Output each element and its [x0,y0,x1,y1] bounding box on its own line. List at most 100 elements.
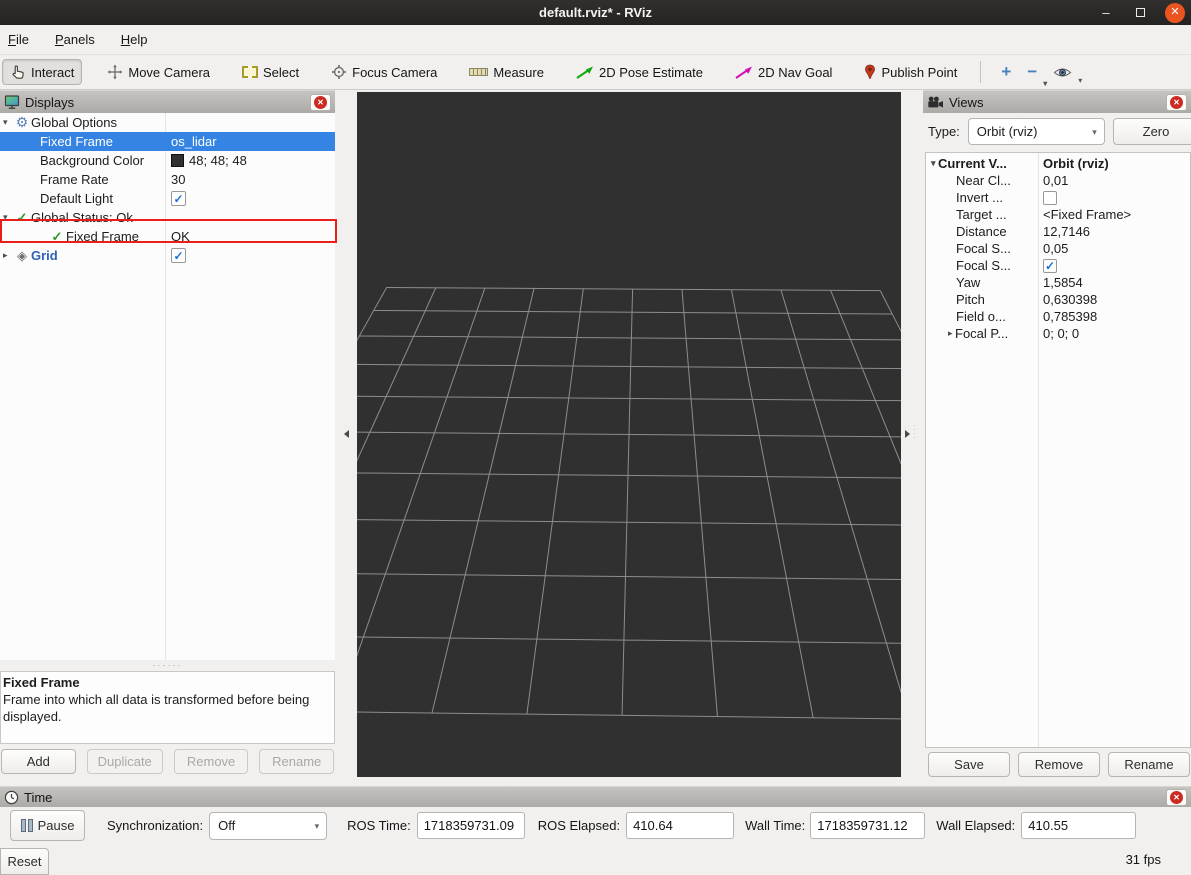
tree-row-frame-rate[interactable]: Frame Rate 30 [0,170,335,189]
tool-measure[interactable]: Measure [462,61,551,84]
tree-row-target-frame[interactable]: Target ... <Fixed Frame> [926,206,1190,223]
ros-elapsed-field[interactable] [626,812,734,839]
zoom-in-button[interactable]: + [993,62,1019,82]
time-panel-header[interactable]: Time ✕ [0,786,1191,807]
time-close-button[interactable]: ✕ [1166,789,1187,806]
tool-interact[interactable]: Interact [2,59,82,85]
tree-row-default-light[interactable]: Default Light ✓ [0,189,335,208]
close-button[interactable]: ✕ [1165,3,1185,23]
expander-icon[interactable]: ▸ [943,328,955,339]
rename-view-button[interactable]: Rename [1108,752,1190,777]
title-bar[interactable]: default.rviz* - RViz – ✕ [0,0,1191,25]
tool-2d-pose-estimate[interactable]: 2D Pose Estimate [569,61,710,84]
chevron-down-icon: ▾ [1092,127,1097,138]
tool-select[interactable]: Select [235,61,306,84]
expander-icon[interactable]: ▾ [0,117,13,128]
maximize-button[interactable] [1131,5,1149,20]
collapse-right-arrow-icon[interactable] [905,430,910,438]
tool-publish-point[interactable]: Publish Point [857,60,964,85]
default-light-checkbox[interactable]: ✓ [171,191,186,206]
tree-row-near-clip[interactable]: Near Cl... 0,01 [926,172,1190,189]
menu-panels[interactable]: Panels [55,32,95,47]
tree-row-focal-point[interactable]: ▸ Focal P... 0; 0; 0 [926,325,1190,342]
tree-row-current-view[interactable]: ▾ Current V... Orbit (rviz) [926,155,1190,172]
row-label: Current V... [938,156,1007,171]
expander-icon[interactable]: ▾ [0,212,13,223]
tree-row-focal-shape-size[interactable]: Focal S... 0,05 [926,240,1190,257]
save-button[interactable]: Save [928,752,1010,777]
displays-close-button[interactable]: ✕ [310,94,331,111]
target-frame-value[interactable]: <Fixed Frame> [1043,207,1131,222]
collapse-left-arrow-icon[interactable] [344,430,349,438]
tree-row-field-of-view[interactable]: Field o... 0,785398 [926,308,1190,325]
tree-row-pitch[interactable]: Pitch 0,630398 [926,291,1190,308]
add-button[interactable]: Add [1,749,76,774]
tool-focus-camera[interactable]: Focus Camera [324,60,444,84]
zero-button[interactable]: Zero [1113,118,1191,145]
focal-shape-checkbox[interactable]: ✓ [1043,259,1057,273]
rename-button[interactable]: Rename [259,749,334,774]
color-swatch[interactable] [171,154,184,167]
wall-elapsed-field[interactable] [1021,812,1136,839]
near-clip-value[interactable]: 0,01 [1043,173,1068,188]
focal-shape-size-value[interactable]: 0,05 [1043,241,1068,256]
column-divider[interactable] [1038,153,1039,747]
pitch-value[interactable]: 0,630398 [1043,292,1097,307]
tree-row-fixed-frame-status[interactable]: ✓ Fixed Frame OK [0,227,335,246]
pause-button[interactable]: Pause [10,810,85,841]
chevron-down-icon: ▾ [315,821,320,832]
focal-point-value[interactable]: 0; 0; 0 [1043,326,1079,341]
views-close-button[interactable]: ✕ [1166,94,1187,111]
camera-view-button[interactable]: ▾ [1045,66,1080,79]
sync-label: Synchronization: [107,818,203,833]
tree-row-invert-z[interactable]: Invert ... [926,189,1190,206]
tree-row-distance[interactable]: Distance 12,7146 [926,223,1190,240]
invert-z-checkbox[interactable] [1043,191,1057,205]
distance-value[interactable]: 12,7146 [1043,224,1090,239]
expander-icon[interactable]: ▾ [926,158,938,169]
background-color-value[interactable]: 48; 48; 48 [189,153,247,168]
monitor-icon [4,94,20,110]
row-label: Global Status: Ok [31,210,133,225]
reset-button[interactable]: Reset [0,848,49,875]
zoom-out-button[interactable]: − ▾ [1019,62,1045,82]
sync-combo[interactable]: Off ▾ [209,812,327,840]
grid-enabled-checkbox[interactable]: ✓ [171,248,186,263]
row-label: Near Cl... [956,173,1011,188]
tool-move-camera[interactable]: Move Camera [100,60,217,84]
remove-button[interactable]: Remove [174,749,249,774]
fixed-frame-value[interactable]: os_lidar [171,134,217,149]
menu-bar: File Panels Help [0,25,1191,55]
view-type-combo[interactable]: Orbit (rviz) ▾ [968,118,1105,145]
pause-icon [21,819,33,832]
row-label: Pitch [956,292,985,307]
dropdown-arrow-icon[interactable]: ▾ [1078,76,1082,85]
tree-row-global-options[interactable]: ▾ ⚙ Global Options [0,113,335,132]
wall-time-field[interactable] [810,812,925,839]
frame-rate-value[interactable]: 30 [171,172,185,187]
tree-row-global-status[interactable]: ▾ ✓ Global Status: Ok [0,208,335,227]
tree-row-grid[interactable]: ▸ ◈ Grid ✓ [0,246,335,265]
splitter-handle[interactable]: ······ [0,662,335,668]
minimize-button[interactable]: – [1097,5,1115,20]
time-panel: Time ✕ Pause Synchronization: Off ▾ ROS … [0,786,1191,846]
wall-elapsed-label: Wall Elapsed: [936,818,1015,833]
remove-view-button[interactable]: Remove [1018,752,1100,777]
field-of-view-value[interactable]: 0,785398 [1043,309,1097,324]
menu-help[interactable]: Help [121,32,148,47]
tree-row-fixed-frame[interactable]: Fixed Frame os_lidar [0,132,335,151]
menu-file[interactable]: File [8,32,29,47]
views-panel-header[interactable]: Views ✕ [923,90,1191,113]
render-viewport[interactable] [357,92,901,777]
displays-panel-header[interactable]: Displays ✕ [0,90,335,113]
expander-icon[interactable]: ▸ [0,250,13,261]
tree-row-focal-shape-fixed[interactable]: Focal S... ✓ [926,257,1190,274]
splitter-handle[interactable]: ···· [913,424,921,440]
yaw-value[interactable]: 1,5854 [1043,275,1083,290]
dropdown-arrow-icon[interactable]: ▾ [1043,79,1047,88]
duplicate-button[interactable]: Duplicate [87,749,163,774]
tree-row-background-color[interactable]: Background Color 48; 48; 48 [0,151,335,170]
tree-row-yaw[interactable]: Yaw 1,5854 [926,274,1190,291]
tool-2d-nav-goal[interactable]: 2D Nav Goal [728,61,839,84]
ros-time-field[interactable] [417,812,525,839]
